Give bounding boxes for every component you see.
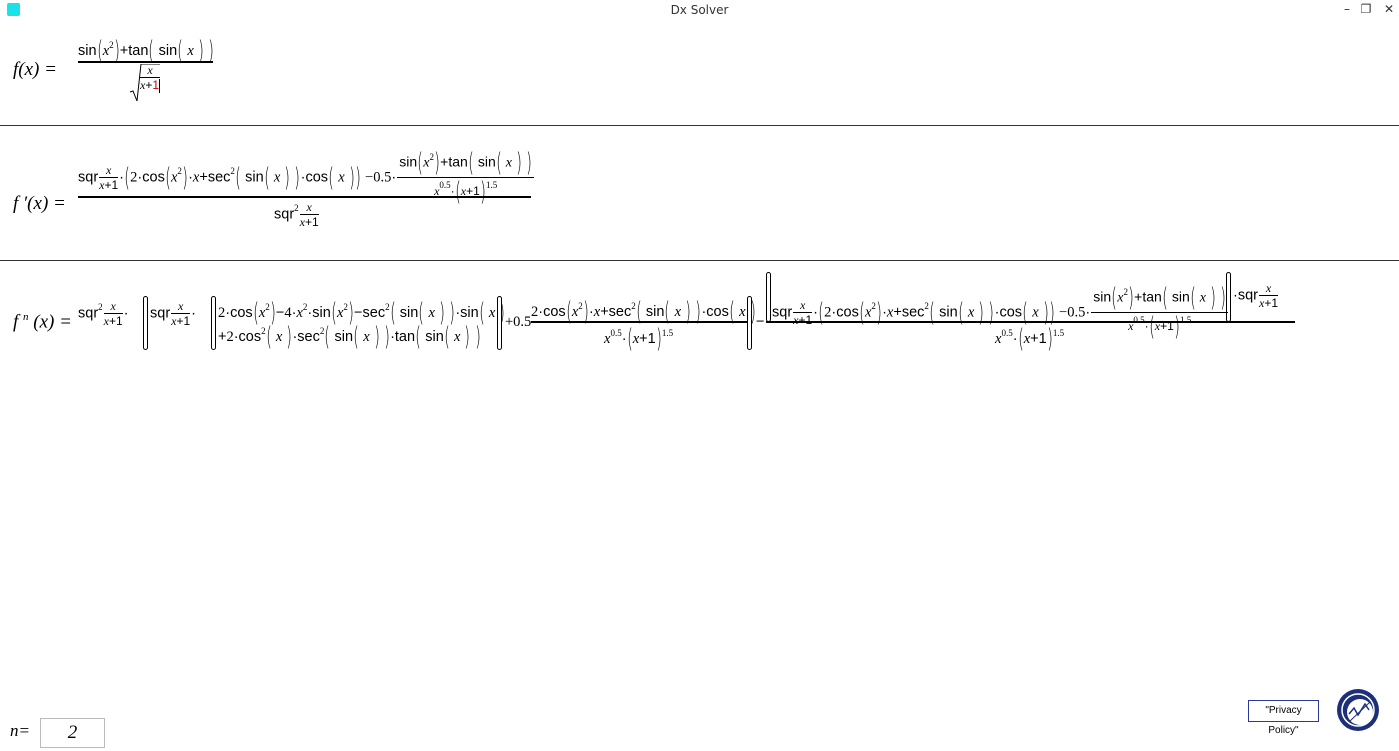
privacy-policy-button[interactable]: "Privacy Policy": [1248, 700, 1319, 736]
paren: [497, 296, 502, 350]
paren: [211, 296, 216, 350]
f1-denominator: sqr2 x x+1: [274, 200, 319, 229]
divider: [0, 125, 1399, 126]
logo-icon[interactable]: [1336, 688, 1380, 732]
nth-derivative-label: f n (x) =: [13, 311, 72, 333]
fn-frac-den: x0.5·(x+1)1.5: [604, 324, 674, 354]
window-title: Dx Solver: [670, 3, 729, 17]
fn-minus: −: [756, 314, 765, 330]
paren: [766, 272, 771, 322]
paren: [143, 296, 148, 350]
text-cursor: [159, 79, 161, 93]
function-label: f(x) =: [13, 59, 57, 80]
fn-big-den: x0.5·(x+1)1.5: [995, 324, 1065, 354]
divider: [0, 260, 1399, 261]
fn-part-2: sqr x x+1 ·: [150, 299, 197, 328]
fn-big-fraction-bar: [766, 321, 1295, 323]
title-bar: Dx Solver – ❐ ✕: [0, 0, 1399, 20]
fn-part-3b: +2·cos2( x )·sec2( sin( x ) )·tan( sin( …: [218, 322, 481, 352]
paren: [1226, 272, 1231, 322]
paren: [747, 296, 752, 350]
order-label: n=: [10, 721, 30, 740]
derivative-label: f ′(x) =: [13, 193, 66, 214]
order-input[interactable]: 2: [40, 718, 105, 748]
f1-fraction-bar: [78, 196, 531, 198]
close-icon[interactable]: ✕: [1381, 2, 1397, 16]
fn-part-1: sqr2 x x+1 ·: [78, 299, 129, 328]
fx-fraction-bar: [78, 61, 213, 63]
fn-big-num-tail: ·sqr x x+1: [1233, 281, 1278, 310]
fn-part-3a: 2·cos(x2)−4·x2·sin(x2)−sec2( sin( x ) )·…: [218, 298, 506, 328]
fn-fraction-bar: [531, 321, 747, 323]
restore-icon[interactable]: ❐: [1358, 2, 1374, 16]
minimize-icon[interactable]: –: [1339, 2, 1355, 16]
